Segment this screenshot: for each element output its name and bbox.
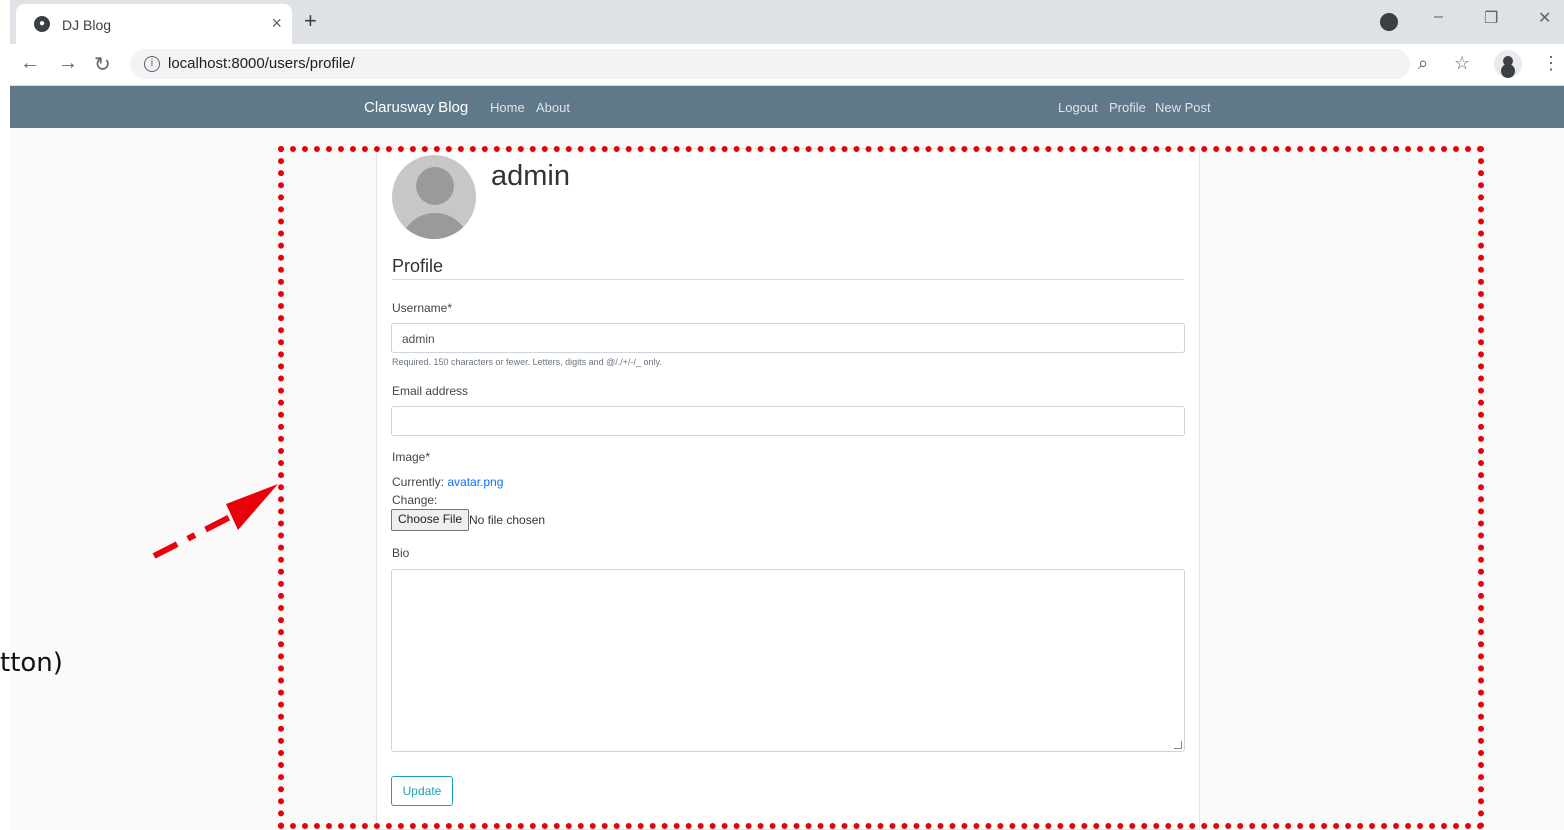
nav-about[interactable]: About	[536, 100, 570, 115]
slide-side-text: tton)	[0, 648, 63, 678]
info-icon[interactable]: i	[144, 56, 160, 72]
minimize-button[interactable]: –	[1434, 8, 1443, 26]
new-tab-button[interactable]: +	[304, 8, 317, 34]
address-bar[interactable]: i localhost:8000/users/profile/	[130, 49, 1410, 79]
close-window-button[interactable]: ✕	[1538, 8, 1551, 28]
reload-icon[interactable]: ↻	[94, 52, 111, 77]
site-navbar: Clarusway Blog Home About Logout Profile…	[10, 86, 1564, 128]
annotation-dotted-box	[278, 146, 1484, 829]
tab-title: DJ Blog	[62, 17, 112, 33]
browser-tab[interactable]: ● DJ Blog ×	[16, 4, 292, 44]
close-tab-icon[interactable]: ×	[271, 13, 282, 34]
url-text: localhost:8000/users/profile/	[168, 55, 355, 72]
nav-profile[interactable]: Profile	[1109, 100, 1146, 115]
extension-icon[interactable]	[1380, 13, 1398, 31]
nav-home[interactable]: Home	[490, 100, 525, 115]
brand-link[interactable]: Clarusway Blog	[364, 99, 468, 116]
back-arrow-icon[interactable]: ←	[20, 52, 40, 75]
forward-arrow-icon[interactable]: →	[58, 52, 78, 75]
menu-icon[interactable]: ⋮	[1542, 53, 1560, 74]
profile-icon[interactable]	[1494, 50, 1522, 78]
star-icon[interactable]: ☆	[1454, 53, 1470, 74]
zoom-icon[interactable]: ⌕	[1418, 53, 1428, 74]
nav-logout[interactable]: Logout	[1058, 100, 1098, 115]
globe-icon: ●	[34, 16, 50, 32]
restore-button[interactable]: ❐	[1484, 8, 1498, 28]
browser-toolbar: ← → ↻ i localhost:8000/users/profile/ ⌕ …	[10, 44, 1564, 86]
nav-new-post[interactable]: New Post	[1155, 100, 1211, 115]
slide-margin	[0, 0, 10, 830]
screenshot-root: ● DJ Blog × + – ❐ ✕ ← → ↻ i localhost:80…	[0, 0, 1564, 830]
browser-tabbar: ● DJ Blog × + – ❐ ✕	[10, 0, 1564, 44]
annotation-arrow	[152, 484, 278, 559]
